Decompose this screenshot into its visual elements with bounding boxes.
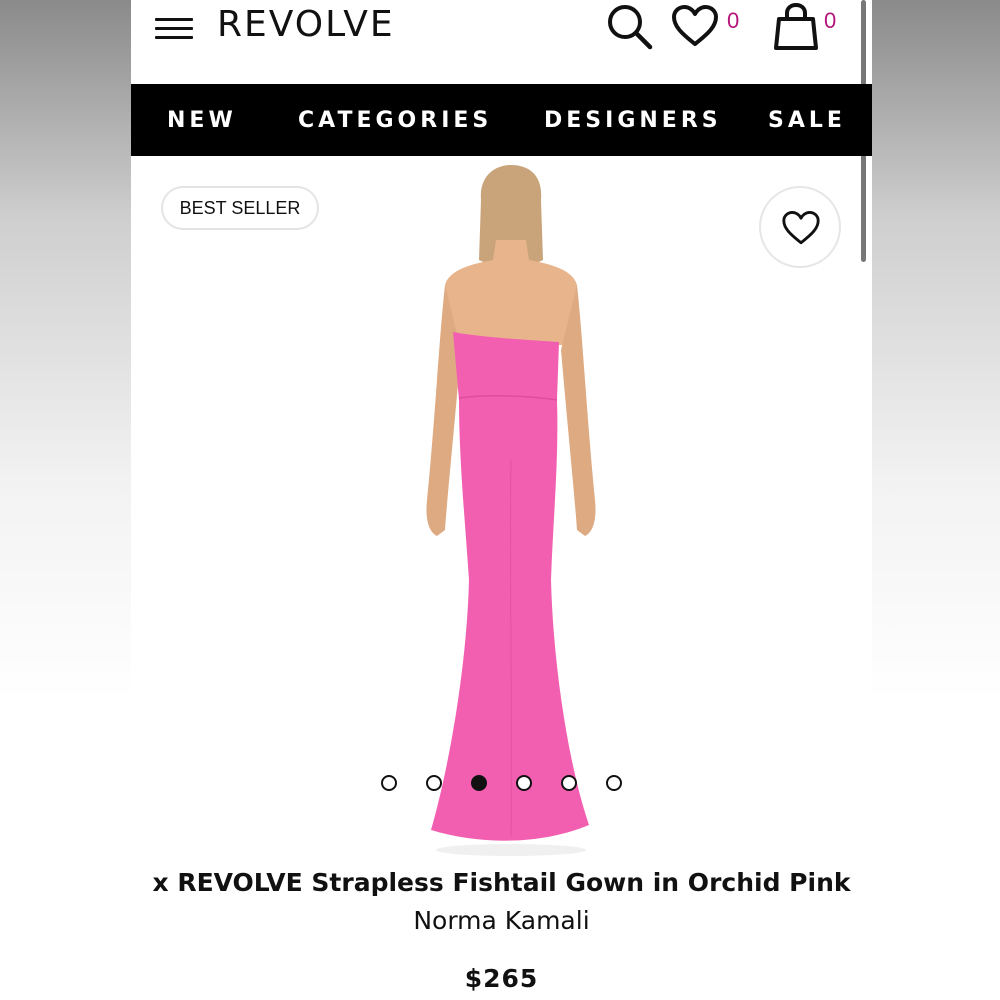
- nav-item-designers[interactable]: DESIGNERS: [544, 108, 722, 133]
- bag-count: 0: [824, 8, 837, 33]
- product-image[interactable]: [401, 160, 621, 860]
- site-header: REVOLVE 0 0: [131, 0, 872, 262]
- add-to-favorites-button[interactable]: [759, 186, 841, 268]
- product-page: REVOLVE 0 0 NEW CATEGORIES DESIGNERS SAL…: [131, 0, 872, 1000]
- product-brand[interactable]: Norma Kamali: [131, 906, 872, 935]
- main-nav: NEW CATEGORIES DESIGNERS SALE: [131, 84, 872, 156]
- carousel-dot-1[interactable]: [381, 775, 397, 791]
- best-seller-badge: BEST SELLER: [161, 186, 319, 230]
- nav-item-categories[interactable]: CATEGORIES: [298, 108, 492, 133]
- nav-item-sale[interactable]: SALE: [768, 108, 846, 133]
- product-price: $265: [464, 964, 539, 993]
- carousel-dot-6[interactable]: [606, 775, 622, 791]
- carousel-dot-4[interactable]: [516, 775, 532, 791]
- carousel-dot-5[interactable]: [561, 775, 577, 791]
- menu-icon[interactable]: [155, 16, 195, 42]
- carousel-dot-2[interactable]: [426, 775, 442, 791]
- nav-item-new[interactable]: NEW: [167, 108, 237, 133]
- search-icon[interactable]: [605, 2, 655, 52]
- wishlist-count: 0: [727, 8, 740, 33]
- favorite-heart-icon: [782, 211, 820, 245]
- carousel-dot-3[interactable]: [471, 775, 487, 791]
- bag-icon[interactable]: [771, 2, 821, 52]
- heart-icon[interactable]: [671, 4, 719, 48]
- image-carousel-dots: [376, 773, 636, 793]
- site-logo[interactable]: REVOLVE: [217, 4, 395, 45]
- product-title: x REVOLVE Strapless Fishtail Gown in Orc…: [152, 868, 851, 897]
